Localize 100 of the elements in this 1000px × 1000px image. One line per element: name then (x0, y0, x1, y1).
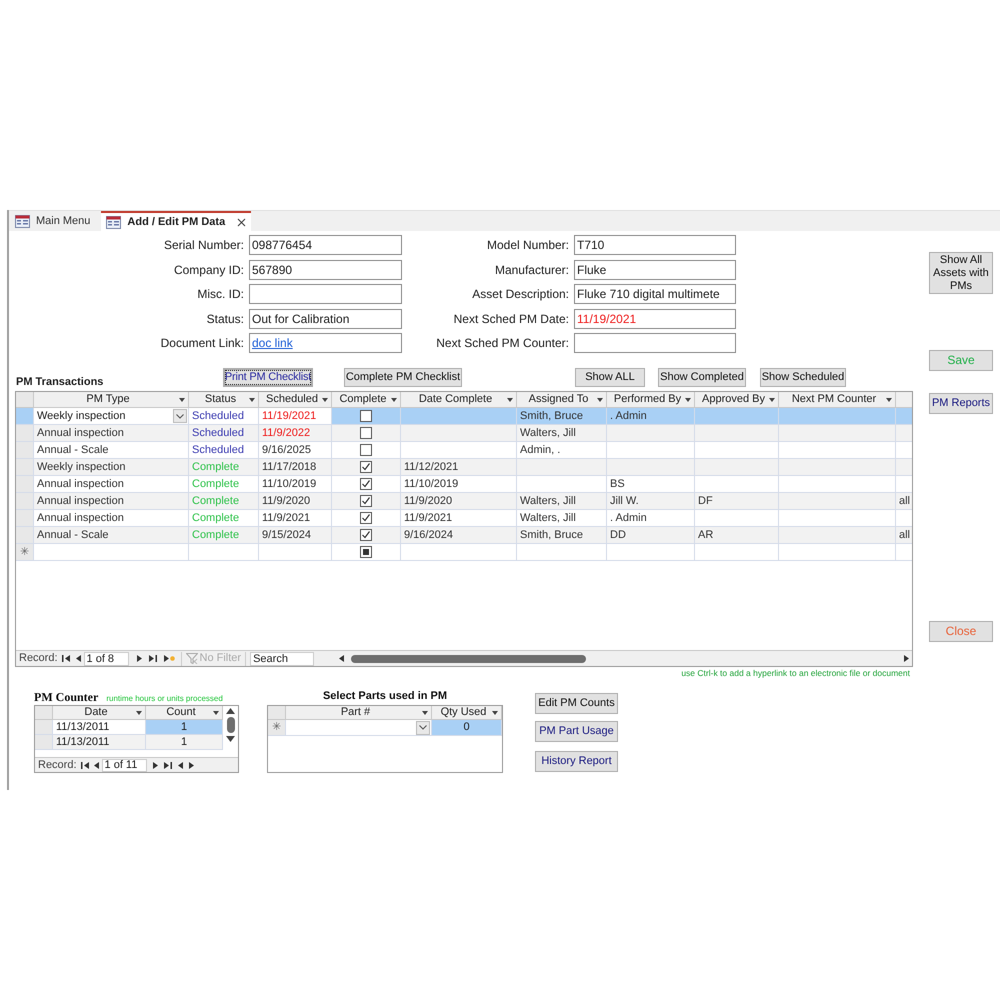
input-field[interactable] (249, 284, 402, 304)
field-label: Asset Description: (471, 286, 569, 303)
caret-icon[interactable] (179, 398, 185, 402)
previous-record-icon[interactable] (76, 655, 81, 662)
checkbox[interactable] (360, 444, 372, 456)
table-cell: 11/13/2011 (53, 735, 146, 750)
table-cell: Scheduled (189, 442, 259, 459)
table-cell: 11/19/2021 (259, 408, 332, 425)
tab-label[interactable]: Main Menu (36, 212, 90, 230)
table-cell: Weekly inspection (34, 459, 189, 476)
previous-record-icon[interactable] (94, 762, 99, 768)
input-field[interactable]: doc link (249, 333, 402, 353)
action-button[interactable]: Edit PM Counts (535, 693, 618, 714)
table-cell: Annual - Scale (34, 442, 189, 459)
scrollbar-thumb[interactable] (351, 654, 586, 662)
table-cell: all (896, 527, 912, 544)
subform-title: PM Counter (34, 691, 98, 704)
caret-icon[interactable] (597, 398, 603, 402)
checkbox[interactable] (360, 546, 372, 558)
scroll-left-icon[interactable] (178, 762, 183, 768)
subform-note: runtime hours or units processed (106, 693, 223, 704)
input-field[interactable]: Out for Calibration (249, 308, 402, 328)
dropdown-field[interactable] (286, 720, 432, 736)
filter-button[interactable]: Show Completed (658, 368, 746, 387)
dropdown-icon[interactable] (416, 720, 430, 734)
table-cell: AR (695, 527, 779, 544)
checkbox[interactable] (360, 529, 372, 541)
checkbox[interactable] (360, 478, 372, 490)
caret-icon[interactable] (685, 398, 691, 402)
dropdown-icon[interactable] (173, 409, 187, 423)
caret-icon[interactable] (507, 398, 513, 402)
new-record-marker: ✳ (268, 720, 286, 736)
table-cell: 9/15/2024 (259, 527, 332, 544)
filter-button[interactable]: Show Scheduled (760, 368, 846, 387)
caret-icon[interactable] (391, 398, 397, 402)
scroll-right-icon[interactable] (188, 762, 194, 768)
caret-icon[interactable] (886, 398, 892, 402)
field-label: Serial Number: (162, 237, 244, 254)
checkbox[interactable] (360, 512, 372, 524)
first-record-icon[interactable] (80, 762, 89, 768)
field-label: Company ID: (172, 262, 244, 278)
checkbox[interactable] (360, 461, 372, 473)
next-record-icon[interactable] (152, 762, 158, 768)
field-label: Next Sched PM Date: (452, 310, 569, 328)
last-record-icon[interactable] (164, 762, 172, 768)
checklist-button[interactable]: Complete PM Checklist (344, 368, 462, 387)
caret-icon[interactable] (422, 710, 428, 714)
new-record-icon[interactable] (164, 654, 175, 662)
close-icon[interactable] (237, 218, 246, 226)
tab-label[interactable]: Add / Edit PM Data (127, 214, 226, 230)
caret-icon[interactable] (136, 710, 142, 714)
search-field[interactable]: Search (250, 652, 314, 666)
table-cell (896, 425, 912, 442)
side-button[interactable]: Show All Assets with PMs (929, 252, 993, 294)
table-cell: Smith, Bruce (517, 527, 607, 544)
tab[interactable]: Main Menu (12, 211, 94, 231)
caret-icon[interactable] (213, 710, 219, 714)
tab[interactable]: Add / Edit PM Data (101, 211, 252, 231)
table-cell: all (896, 493, 912, 510)
action-button[interactable]: PM Part Usage (535, 721, 618, 742)
scroll-left-icon[interactable] (339, 655, 344, 662)
input-field[interactable]: 098776454 (249, 235, 402, 255)
table-cell: Annual inspection (34, 493, 189, 510)
scrollbar-thumb[interactable] (226, 717, 234, 733)
input-field[interactable]: 11/19/2021 (574, 308, 736, 328)
table-cell: . Admin (607, 408, 695, 425)
column-header[interactable]: Part # (286, 706, 432, 720)
caret-icon[interactable] (492, 710, 498, 714)
action-button[interactable]: History Report (535, 751, 618, 772)
caret-icon[interactable] (322, 398, 328, 402)
scroll-up-icon[interactable] (226, 708, 235, 714)
input-field[interactable]: T710 (574, 235, 736, 255)
table-cell: Jill W. (607, 493, 695, 510)
checklist-button[interactable]: Print PM Checklist (223, 368, 313, 387)
scroll-down-icon[interactable] (226, 736, 235, 742)
dropdown-field[interactable]: Weekly inspection (34, 408, 189, 425)
caret-icon[interactable] (769, 398, 775, 402)
last-record-icon[interactable] (148, 655, 157, 662)
input-field[interactable]: Fluke (574, 260, 736, 280)
side-button[interactable]: PM Reports (929, 393, 993, 414)
input-field[interactable] (574, 333, 736, 353)
input-field[interactable]: Fluke 710 digital multimete (574, 284, 736, 304)
input-field[interactable]: 567890 (249, 260, 402, 280)
record-position-field[interactable]: 1 of 11 (102, 758, 147, 772)
table-cell (189, 544, 259, 561)
section-title: PM Transactions (16, 376, 104, 389)
link[interactable]: doc link (252, 336, 293, 350)
caret-icon[interactable] (249, 398, 255, 402)
table-cell: DF (695, 493, 779, 510)
next-record-icon[interactable] (136, 655, 142, 662)
checkbox[interactable] (360, 495, 372, 507)
scroll-right-icon[interactable] (904, 655, 909, 662)
filter-button[interactable]: Show ALL (575, 368, 645, 387)
field-label: Status: (206, 310, 244, 328)
table-cell: 11/9/2020 (259, 493, 332, 510)
first-record-icon[interactable] (62, 655, 70, 662)
record-position-field[interactable]: 1 of 8 (84, 652, 129, 666)
checkbox[interactable] (360, 427, 372, 439)
table-cell: Annual inspection (34, 510, 189, 527)
checkbox[interactable] (360, 410, 372, 422)
